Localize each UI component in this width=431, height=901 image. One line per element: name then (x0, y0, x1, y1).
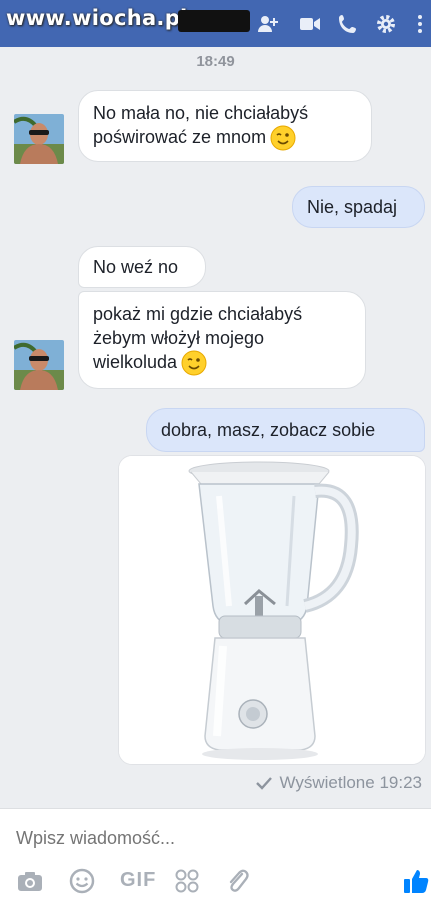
conversation-header: www.wiocha.pl (0, 0, 431, 47)
winking-face-icon (270, 125, 296, 151)
message-line: pokaż mi gdzie chciałabyś (93, 304, 303, 324)
watermark-text: www.wiocha.pl (6, 6, 188, 30)
message-line: wielkoluda (93, 350, 351, 376)
gear-icon[interactable] (374, 12, 398, 36)
contact-avatar[interactable] (14, 114, 64, 164)
incoming-message[interactable]: No mała no, nie chciałabyś poświrować ze… (78, 90, 372, 162)
sticker-grid-icon[interactable] (173, 867, 201, 895)
overflow-icon[interactable] (408, 12, 428, 36)
smiley-icon[interactable] (68, 867, 96, 895)
add-person-icon[interactable] (256, 12, 280, 36)
message-composer: GIF (0, 808, 431, 901)
gif-button[interactable]: GIF (120, 869, 156, 892)
incoming-message[interactable]: pokaż mi gdzie chciałabyś żebym włożył m… (78, 291, 366, 389)
incoming-message[interactable]: No weź no (78, 246, 206, 288)
winking-face-icon (181, 350, 207, 376)
message-text: No weź no (93, 257, 179, 277)
message-line: No mała no, nie chciałabyś (93, 103, 309, 123)
message-line: poświrować ze mnom (93, 125, 357, 151)
contact-avatar[interactable] (14, 340, 64, 390)
blender-photo-attachment[interactable] (118, 455, 426, 765)
message-input[interactable] (14, 827, 318, 850)
phone-icon[interactable] (336, 12, 360, 36)
redacted-contact-name (178, 10, 250, 32)
video-camera-icon[interactable] (298, 12, 322, 36)
message-text: Nie, spadaj (307, 197, 398, 217)
conversation-timestamp: 18:49 (196, 53, 235, 70)
message-text: dobra, masz, zobacz sobie (161, 420, 376, 440)
seen-label: Wyświetlone 19:23 (279, 773, 422, 792)
message-line: żebym włożył mojego (93, 328, 265, 348)
seen-status: Wyświetlone 19:23 (255, 773, 422, 793)
camera-icon[interactable] (16, 867, 44, 895)
blender-image (119, 456, 425, 764)
thumbs-up-icon[interactable] (402, 867, 430, 895)
paperclip-icon[interactable] (224, 867, 252, 895)
outgoing-message[interactable]: dobra, masz, zobacz sobie (146, 408, 425, 452)
checkmark-icon (255, 774, 273, 792)
outgoing-message[interactable]: Nie, spadaj (292, 186, 425, 228)
